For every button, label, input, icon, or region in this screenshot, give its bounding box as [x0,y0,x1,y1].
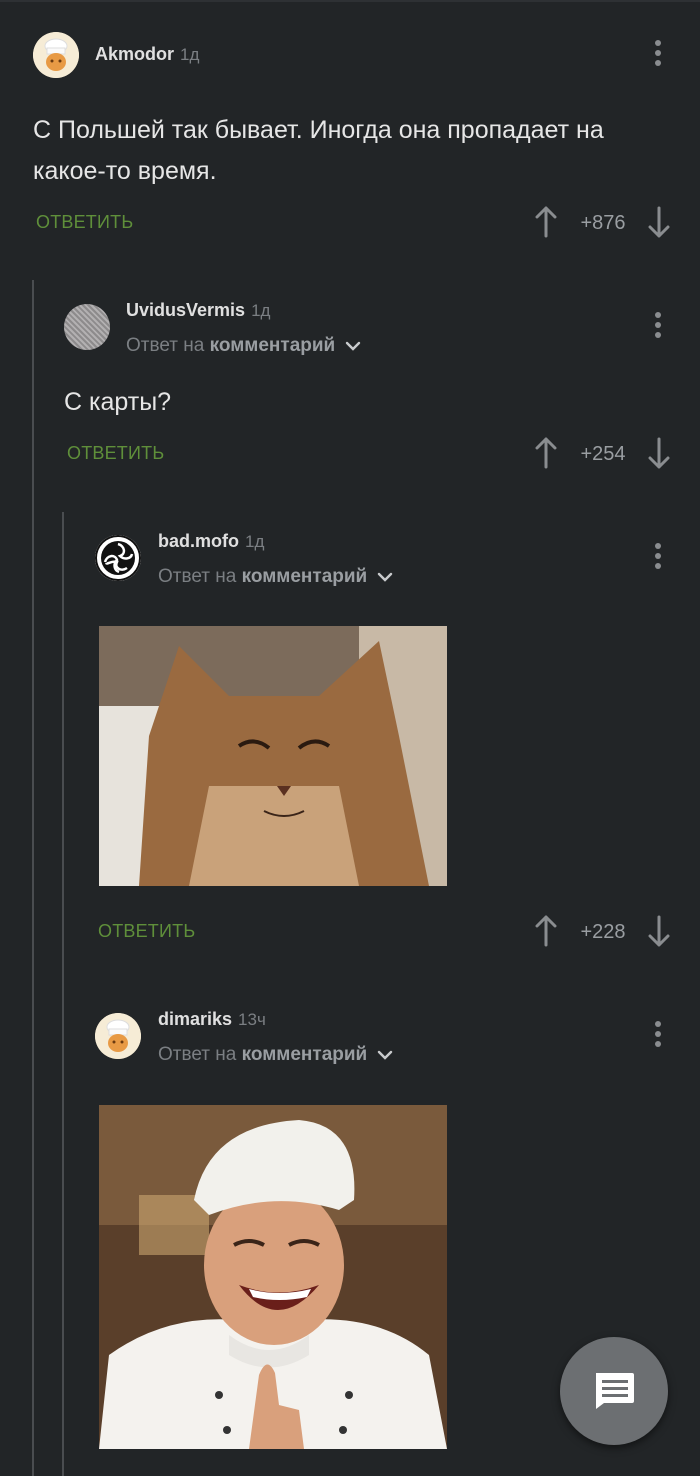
laughing-chef-icon [99,1105,447,1449]
more-options-icon[interactable] [655,1021,663,1051]
timestamp: 1д [251,301,271,320]
reply-to-link[interactable]: Ответ на комментарий [158,566,393,588]
reply-target[interactable]: комментарий [210,335,336,356]
thread-line-level-2 [62,512,64,1476]
avatar[interactable] [95,1013,141,1059]
upvote-icon[interactable] [534,437,558,469]
chevron-down-icon[interactable] [377,1050,393,1060]
reply-to-link[interactable]: Ответ на комментарий [126,335,361,357]
avatar[interactable] [64,304,110,350]
username-text[interactable]: bad.mofo [158,531,239,551]
timestamp: 1д [245,532,265,551]
reply-button[interactable]: ОТВЕТИТЬ [36,212,133,233]
reply-target[interactable]: комментарий [242,566,368,587]
add-comment-button[interactable] [560,1337,668,1445]
upvote-icon[interactable] [534,915,558,947]
downvote-icon[interactable] [647,437,671,469]
more-options-icon[interactable] [655,40,663,70]
comment-text: С Польшей так бывает. Иногда она пропада… [33,116,604,185]
triskelion-avatar-icon [95,535,141,581]
chef-avatar-icon [95,1013,141,1059]
reply-prefix: Ответ на [158,566,237,587]
reply-button[interactable]: ОТВЕТИТЬ [98,921,195,942]
top-divider [0,0,700,2]
cat-image[interactable] [99,626,447,886]
chevron-down-icon[interactable] [377,572,393,582]
username[interactable]: UvidusVermis 1д [126,300,270,321]
reply-prefix: Ответ на [158,1044,237,1065]
timestamp: 1д [180,45,200,64]
chevron-down-icon[interactable] [345,341,361,351]
username-text[interactable]: UvidusVermis [126,300,245,320]
username-text[interactable]: Akmodor [95,44,174,64]
username[interactable]: Akmodor 1д [95,44,199,65]
reply-button[interactable]: ОТВЕТИТЬ [67,443,164,464]
chef-avatar-icon [33,32,79,78]
timestamp: 13ч [238,1010,266,1029]
username[interactable]: dimariks 13ч [158,1009,266,1030]
more-options-icon[interactable] [655,543,663,573]
thread-line-level-1 [32,280,34,1476]
username-text[interactable]: dimariks [158,1009,232,1029]
avatar[interactable] [33,32,79,78]
vote-score: +254 [580,443,626,465]
comment-icon [596,1373,634,1409]
upvote-icon[interactable] [534,206,558,238]
avatar[interactable] [95,535,141,581]
smug-cat-icon [99,626,447,886]
downvote-icon[interactable] [647,206,671,238]
username[interactable]: bad.mofo 1д [158,531,264,552]
reply-to-link[interactable]: Ответ на комментарий [158,1044,393,1066]
vote-score: +876 [580,212,626,234]
more-options-icon[interactable] [655,312,663,342]
comment-text: С карты? [64,388,172,416]
downvote-icon[interactable] [647,915,671,947]
reply-target[interactable]: комментарий [242,1044,368,1065]
chef-image[interactable] [99,1105,447,1449]
vote-score: +228 [580,921,626,943]
reply-prefix: Ответ на [126,335,205,356]
